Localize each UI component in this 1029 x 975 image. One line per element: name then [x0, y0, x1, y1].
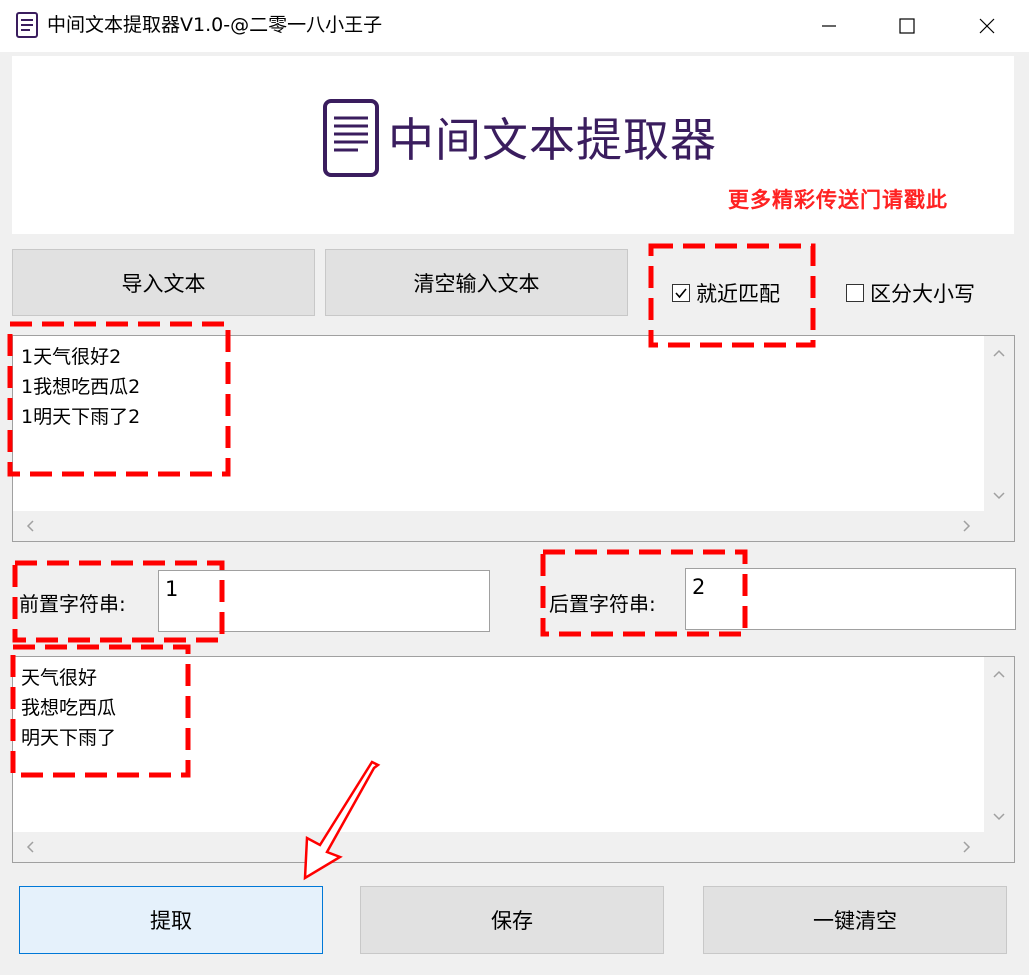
- horizontal-scrollbar[interactable]: [13, 511, 984, 541]
- close-button[interactable]: [947, 0, 1027, 52]
- nearest-match-label: 就近匹配: [696, 282, 780, 306]
- scroll-corner: [984, 511, 1014, 541]
- promo-link[interactable]: 更多精彩传送门请戳此: [728, 186, 948, 214]
- output-line: 明天下雨了: [21, 727, 117, 749]
- output-lines: 天气很好 我想吃西瓜 明天下雨了: [21, 663, 116, 753]
- input-line: 1我想吃西瓜2: [21, 376, 141, 398]
- input-line: 1天气很好2: [21, 346, 122, 368]
- horizontal-scrollbar[interactable]: [13, 832, 984, 862]
- vertical-scrollbar[interactable]: [984, 657, 1014, 832]
- scroll-up-icon[interactable]: [984, 659, 1014, 689]
- output-line: 我想吃西瓜: [21, 697, 117, 719]
- scroll-left-icon[interactable]: [15, 832, 45, 862]
- input-lines: 1天气很好2 1我想吃西瓜2 1明天下雨了2: [21, 342, 140, 432]
- vertical-scrollbar[interactable]: [984, 336, 1014, 511]
- output-textarea[interactable]: 天气很好 我想吃西瓜 明天下雨了: [12, 656, 1015, 863]
- checkbox-box[interactable]: [672, 284, 690, 302]
- suffix-label: 后置字符串:: [549, 592, 656, 616]
- clear-input-button[interactable]: 清空输入文本: [325, 249, 628, 316]
- case-sensitive-checkbox[interactable]: 区分大小写: [846, 278, 975, 308]
- window-title: 中间文本提取器V1.0-@二零一八小王子: [47, 14, 383, 36]
- input-textarea[interactable]: 1天气很好2 1我想吃西瓜2 1明天下雨了2: [12, 335, 1015, 542]
- prefix-label: 前置字符串:: [19, 592, 126, 616]
- maximize-button[interactable]: [867, 0, 947, 52]
- prefix-input[interactable]: 1: [158, 570, 490, 632]
- minimize-button[interactable]: [789, 0, 869, 52]
- output-line: 天气很好: [21, 667, 98, 689]
- scroll-down-icon[interactable]: [984, 802, 1014, 832]
- document-logo-icon: [323, 99, 379, 177]
- save-button[interactable]: 保存: [360, 886, 664, 954]
- scroll-up-icon[interactable]: [984, 338, 1014, 368]
- extract-button[interactable]: 提取: [19, 886, 323, 954]
- scroll-corner: [984, 832, 1014, 862]
- scroll-right-icon[interactable]: [952, 832, 982, 862]
- suffix-input[interactable]: 2: [685, 568, 1016, 630]
- scroll-down-icon[interactable]: [984, 481, 1014, 511]
- maximize-icon: [899, 18, 915, 34]
- minimize-icon: [822, 25, 836, 27]
- scroll-left-icon[interactable]: [15, 511, 45, 541]
- checkbox-box[interactable]: [846, 284, 864, 302]
- nearest-match-checkbox[interactable]: 就近匹配: [672, 278, 780, 308]
- app-document-icon: [16, 12, 38, 38]
- clear-all-button[interactable]: 一键清空: [703, 886, 1007, 954]
- input-line: 1明天下雨了2: [21, 406, 141, 428]
- banner-title: 中间文本提取器: [388, 113, 717, 167]
- close-icon: [979, 18, 995, 34]
- import-text-button[interactable]: 导入文本: [12, 249, 315, 316]
- title-bar: 中间文本提取器V1.0-@二零一八小王子: [0, 0, 1029, 52]
- banner: 中间文本提取器 更多精彩传送门请戳此: [12, 56, 1014, 234]
- case-sensitive-label: 区分大小写: [870, 282, 975, 306]
- checkmark-icon: [675, 288, 687, 299]
- scroll-right-icon[interactable]: [952, 511, 982, 541]
